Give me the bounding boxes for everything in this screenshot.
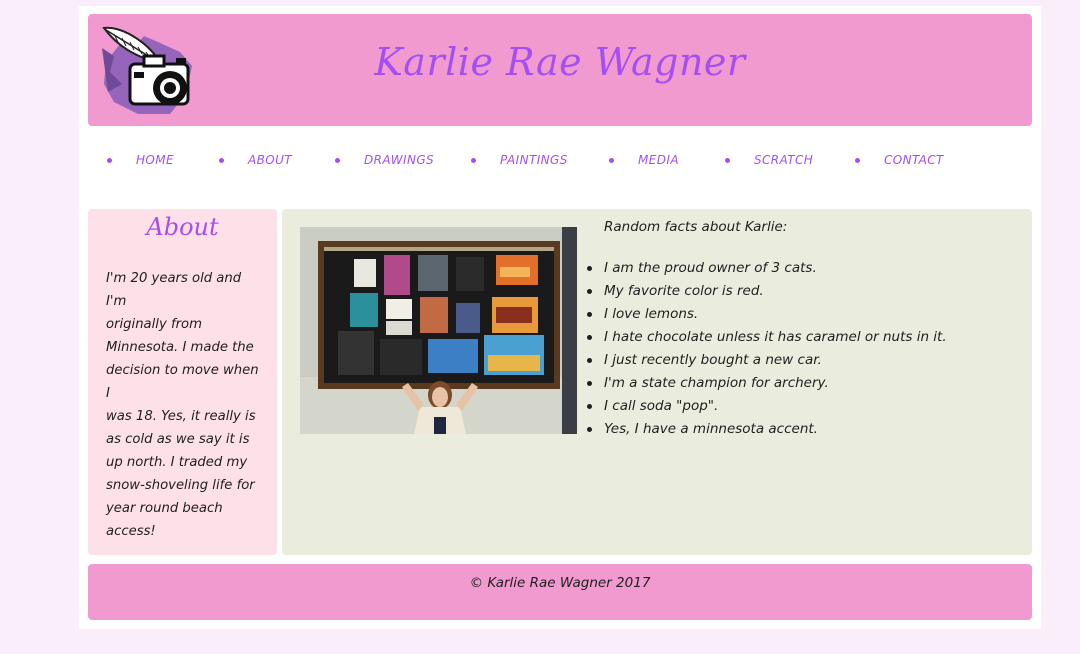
nav-item-paintings[interactable]: PAINTINGS bbox=[471, 153, 568, 167]
nav-item-label[interactable]: MEDIA bbox=[638, 153, 679, 167]
site-title: Karlie Rae Wagner bbox=[374, 40, 746, 84]
bullet-icon bbox=[609, 157, 614, 163]
nav-item-label[interactable]: ABOUT bbox=[248, 153, 292, 167]
bio-line: as cold as we say it is bbox=[106, 432, 250, 447]
list-item: I hate chocolate unless it has caramel o… bbox=[587, 326, 947, 349]
nav-item-scratch[interactable]: SCRATCH bbox=[725, 153, 813, 167]
nav-item-label[interactable]: PAINTINGS bbox=[500, 153, 568, 167]
list-item: Yes, I have a minnesota accent. bbox=[587, 418, 947, 441]
bio-line: originally from bbox=[106, 317, 202, 332]
page-container: Karlie Rae Wagner HOME ABOUT DRAWINGS PA… bbox=[79, 6, 1041, 629]
nav-item-home[interactable]: HOME bbox=[107, 153, 174, 167]
nav-item-media[interactable]: MEDIA bbox=[609, 153, 679, 167]
bio-line: was 18. Yes, it really is bbox=[106, 409, 256, 424]
bio-line: I'm 20 years old and I'm bbox=[106, 271, 242, 309]
bullet-icon bbox=[471, 157, 476, 163]
nav-item-label[interactable]: HOME bbox=[136, 153, 174, 167]
bullet-icon bbox=[335, 157, 340, 163]
bullet-icon bbox=[107, 157, 112, 163]
nav-item-drawings[interactable]: DRAWINGS bbox=[335, 153, 434, 167]
list-item: My favorite color is red. bbox=[587, 280, 947, 303]
facts-list: I am the proud owner of 3 cats. My favor… bbox=[587, 257, 947, 441]
bullet-icon bbox=[219, 157, 224, 163]
list-item: I just recently bought a new car. bbox=[587, 349, 947, 372]
nav-item-label[interactable]: SCRATCH bbox=[754, 153, 813, 167]
artwork-display-photo bbox=[300, 227, 577, 434]
nav-item-about[interactable]: ABOUT bbox=[219, 153, 292, 167]
main-content: Random facts about Karlie: I am the prou… bbox=[282, 209, 1032, 555]
bio-line: Minnesota. I made the bbox=[106, 340, 254, 355]
bio-line: year round beach access! bbox=[106, 501, 223, 539]
bio-line: snow-shoveling life for bbox=[106, 478, 255, 493]
bio-line: decision to move when I bbox=[106, 363, 259, 401]
bullet-icon bbox=[855, 157, 860, 163]
sidebar-title: About bbox=[146, 213, 219, 241]
about-sidebar: About I'm 20 years old and I'm originall… bbox=[88, 209, 277, 555]
sidebar-bio: I'm 20 years old and I'm originally from… bbox=[88, 249, 277, 543]
list-item: I am the proud owner of 3 cats. bbox=[587, 257, 947, 280]
main-nav: HOME ABOUT DRAWINGS PAINTINGS MEDIA SCRA… bbox=[95, 153, 1025, 173]
nav-item-label[interactable]: CONTACT bbox=[884, 153, 944, 167]
bullet-icon bbox=[725, 157, 730, 163]
nav-item-contact[interactable]: CONTACT bbox=[855, 153, 944, 167]
site-header: Karlie Rae Wagner bbox=[88, 14, 1032, 126]
nav-item-label[interactable]: DRAWINGS bbox=[364, 153, 434, 167]
list-item: I'm a state champion for archery. bbox=[587, 372, 947, 395]
list-item: I love lemons. bbox=[587, 303, 947, 326]
bio-line: up north. I traded my bbox=[106, 455, 248, 470]
site-footer: © Karlie Rae Wagner 2017 bbox=[88, 564, 1032, 620]
copyright-text: © Karlie Rae Wagner 2017 bbox=[469, 575, 651, 591]
facts-heading: Random facts about Karlie: bbox=[604, 219, 788, 235]
list-item: I call soda "pop". bbox=[587, 395, 947, 418]
